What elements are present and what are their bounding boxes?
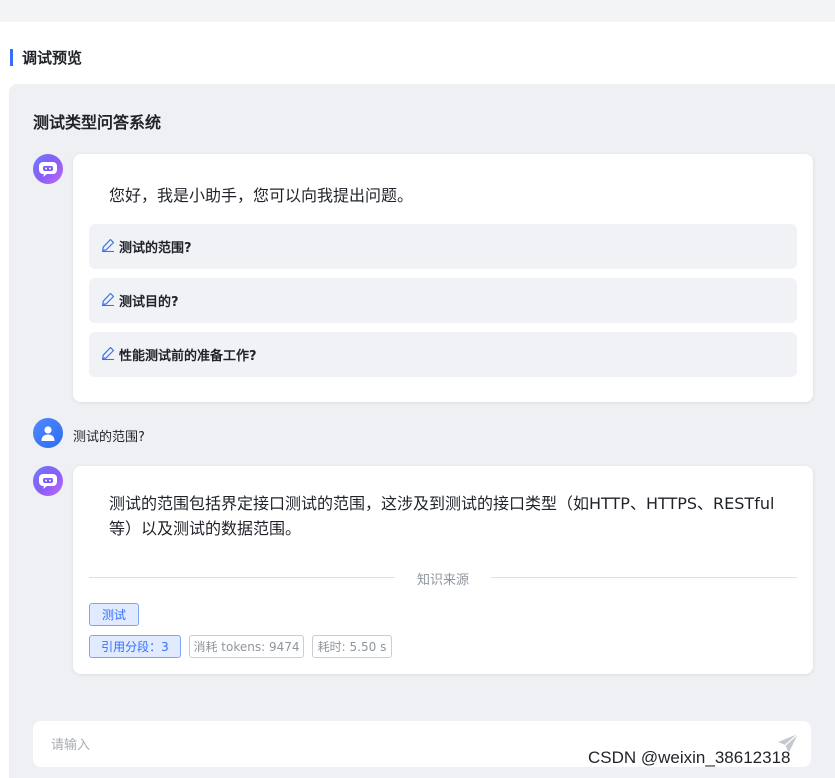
bot-icon bbox=[39, 162, 57, 177]
suggestion-item[interactable]: 测试的范围? bbox=[89, 224, 797, 269]
pencil-icon bbox=[102, 238, 115, 252]
chat-title: 测试类型问答系统 bbox=[33, 113, 162, 132]
bot-avatar bbox=[33, 154, 63, 184]
top-band bbox=[0, 0, 835, 22]
knowledge-source-label: 知识来源 bbox=[416, 573, 469, 588]
pencil-icon bbox=[102, 346, 115, 360]
cited-segments-badge[interactable]: 引用分段：3 bbox=[89, 635, 181, 658]
time-badge: 耗时: 5.50 s bbox=[312, 635, 392, 658]
section-title: 调试预览 bbox=[22, 48, 83, 67]
user-icon bbox=[41, 426, 55, 441]
greeting-message: 您好，我是小助手，您可以向我提出问题。 bbox=[109, 186, 414, 205]
suggestion-label: 测试的范围? bbox=[119, 241, 192, 256]
suggestion-label: 测试目的? bbox=[119, 295, 179, 310]
section-header: 调试预览 bbox=[10, 47, 82, 67]
pencil-icon bbox=[102, 292, 115, 306]
section-accent-bar bbox=[10, 48, 13, 66]
divider-left bbox=[89, 577, 395, 578]
chat-preview-panel: 测试类型问答系统 您好，我是小助手，您可以向我提出问题。 测试的范围? 测试目的… bbox=[9, 84, 835, 778]
tokens-badge: 消耗 tokens: 9474 bbox=[189, 635, 304, 658]
divider-right bbox=[491, 577, 797, 578]
greeting-card: 您好，我是小助手，您可以向我提出问题。 测试的范围? 测试目的? 性能测试前的准… bbox=[73, 154, 813, 402]
bot-icon bbox=[39, 474, 57, 489]
user-message: 测试的范围? bbox=[73, 430, 145, 445]
answer-card: 测试的范围包括界定接口测试的范围，这涉及到测试的接口类型（如HTTP、HTTPS… bbox=[73, 466, 813, 674]
user-avatar bbox=[33, 418, 63, 448]
suggestion-label: 性能测试前的准备工作? bbox=[119, 349, 257, 364]
bot-avatar bbox=[33, 466, 63, 496]
watermark: CSDN @weixin_38612318 bbox=[588, 748, 791, 767]
suggestion-item[interactable]: 性能测试前的准备工作? bbox=[89, 332, 797, 377]
source-tag[interactable]: 测试 bbox=[89, 603, 139, 626]
answer-message: 测试的范围包括界定接口测试的范围，这涉及到测试的接口类型（如HTTP、HTTPS… bbox=[109, 494, 775, 538]
suggestion-item[interactable]: 测试目的? bbox=[89, 278, 797, 323]
